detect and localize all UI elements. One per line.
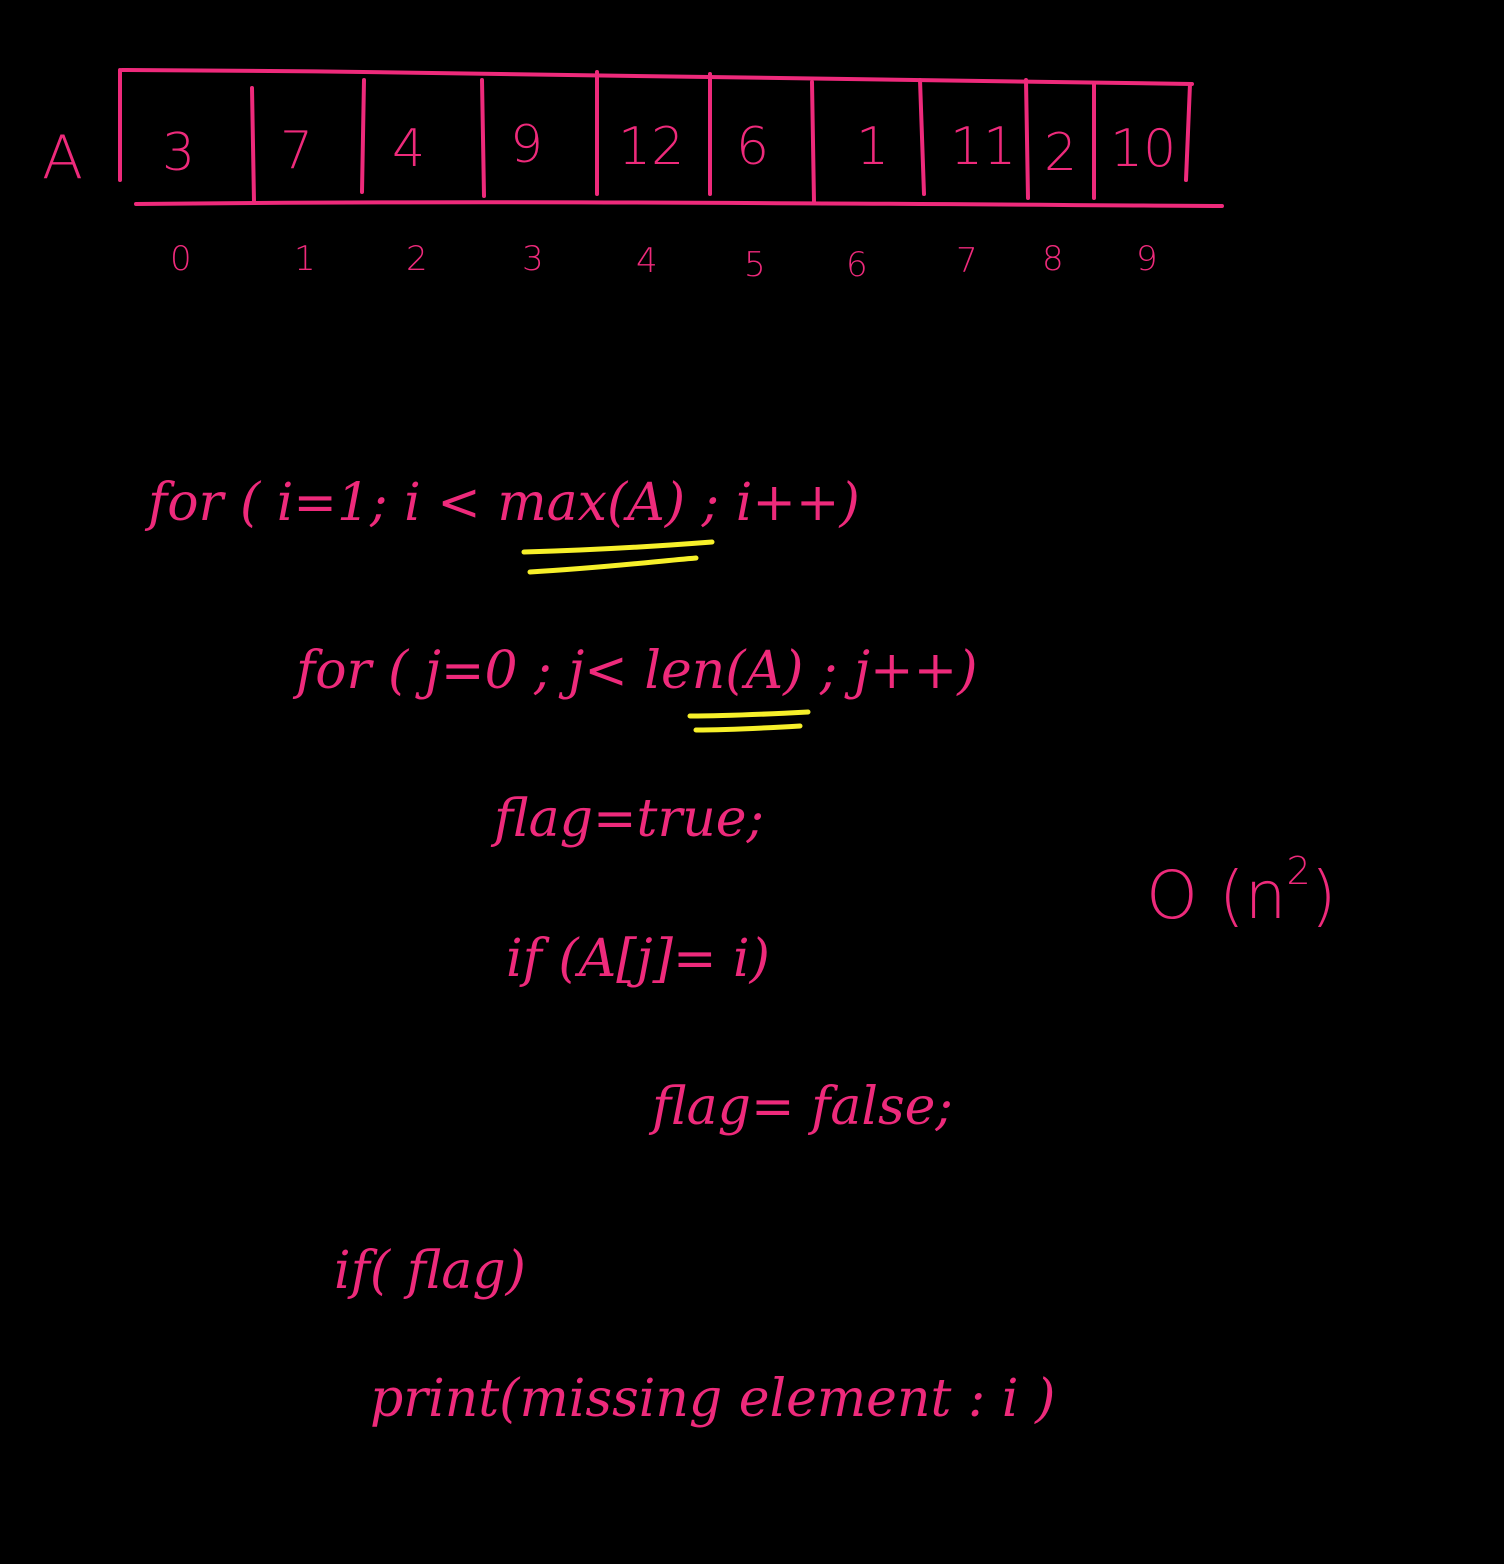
max-underline-2 <box>527 555 699 575</box>
array-cell-3: 9 <box>510 115 543 175</box>
array-cell-6: 1 <box>856 117 889 177</box>
code-line-flag-true: flag=true; <box>490 789 764 849</box>
pseudo-code: for ( i=1; i < max(A) ; i++) for ( j=0 ;… <box>144 473 1055 1429</box>
complexity-exponent: 2 <box>1287 849 1311 893</box>
array-index-6: 6 <box>846 245 868 285</box>
array-name-label: A <box>42 123 83 193</box>
complexity-label: O (n2) <box>1146 849 1336 934</box>
array-index-5: 5 <box>744 245 766 285</box>
array-cell-0: 3 <box>162 123 195 183</box>
array-cell-4: 12 <box>618 117 684 177</box>
array-cell-1: 7 <box>280 121 313 181</box>
complexity-close: ) <box>1311 857 1337 934</box>
array-indices: 0 1 2 3 4 5 6 7 8 9 <box>170 239 1158 285</box>
array-index-0: 0 <box>170 239 192 279</box>
len-underline-1 <box>687 709 811 719</box>
complexity-base: O (n <box>1146 857 1287 934</box>
len-underline-2 <box>693 723 803 733</box>
highlight-underlines <box>521 539 811 733</box>
code-line-if-flag: if( flag) <box>334 1241 526 1301</box>
array-cell-7: 11 <box>950 117 1016 177</box>
array-cell-2: 4 <box>392 119 425 179</box>
array-values: 3 7 4 9 12 6 1 11 2 10 <box>162 115 1176 183</box>
code-line-outer-loop: for ( i=1; i < max(A) ; i++) <box>144 473 860 533</box>
array-index-3: 3 <box>522 239 544 279</box>
whiteboard-canvas: A 3 7 4 9 12 6 1 11 2 10 0 1 2 3 4 5 6 7… <box>42 68 1336 1429</box>
complexity-annotation: O (n2) <box>1146 849 1336 934</box>
code-line-inner-loop: for ( j=0 ; j< len(A) ; j++) <box>292 641 977 701</box>
array-index-9: 9 <box>1136 239 1158 279</box>
array-cell-9: 10 <box>1110 119 1176 179</box>
array-index-4: 4 <box>636 241 658 281</box>
array-index-1: 1 <box>294 239 316 279</box>
array-index-8: 8 <box>1042 239 1064 279</box>
array-cell-8: 2 <box>1044 123 1077 183</box>
max-underline-1 <box>521 539 715 555</box>
array-index-7: 7 <box>956 241 978 281</box>
code-line-flag-false: flag= false; <box>648 1077 953 1137</box>
array-index-2: 2 <box>406 239 428 279</box>
array-cell-5: 6 <box>736 117 769 177</box>
code-line-if-match: if (A[j]= i) <box>506 929 770 989</box>
code-line-print: print(missing element : i ) <box>370 1369 1055 1429</box>
